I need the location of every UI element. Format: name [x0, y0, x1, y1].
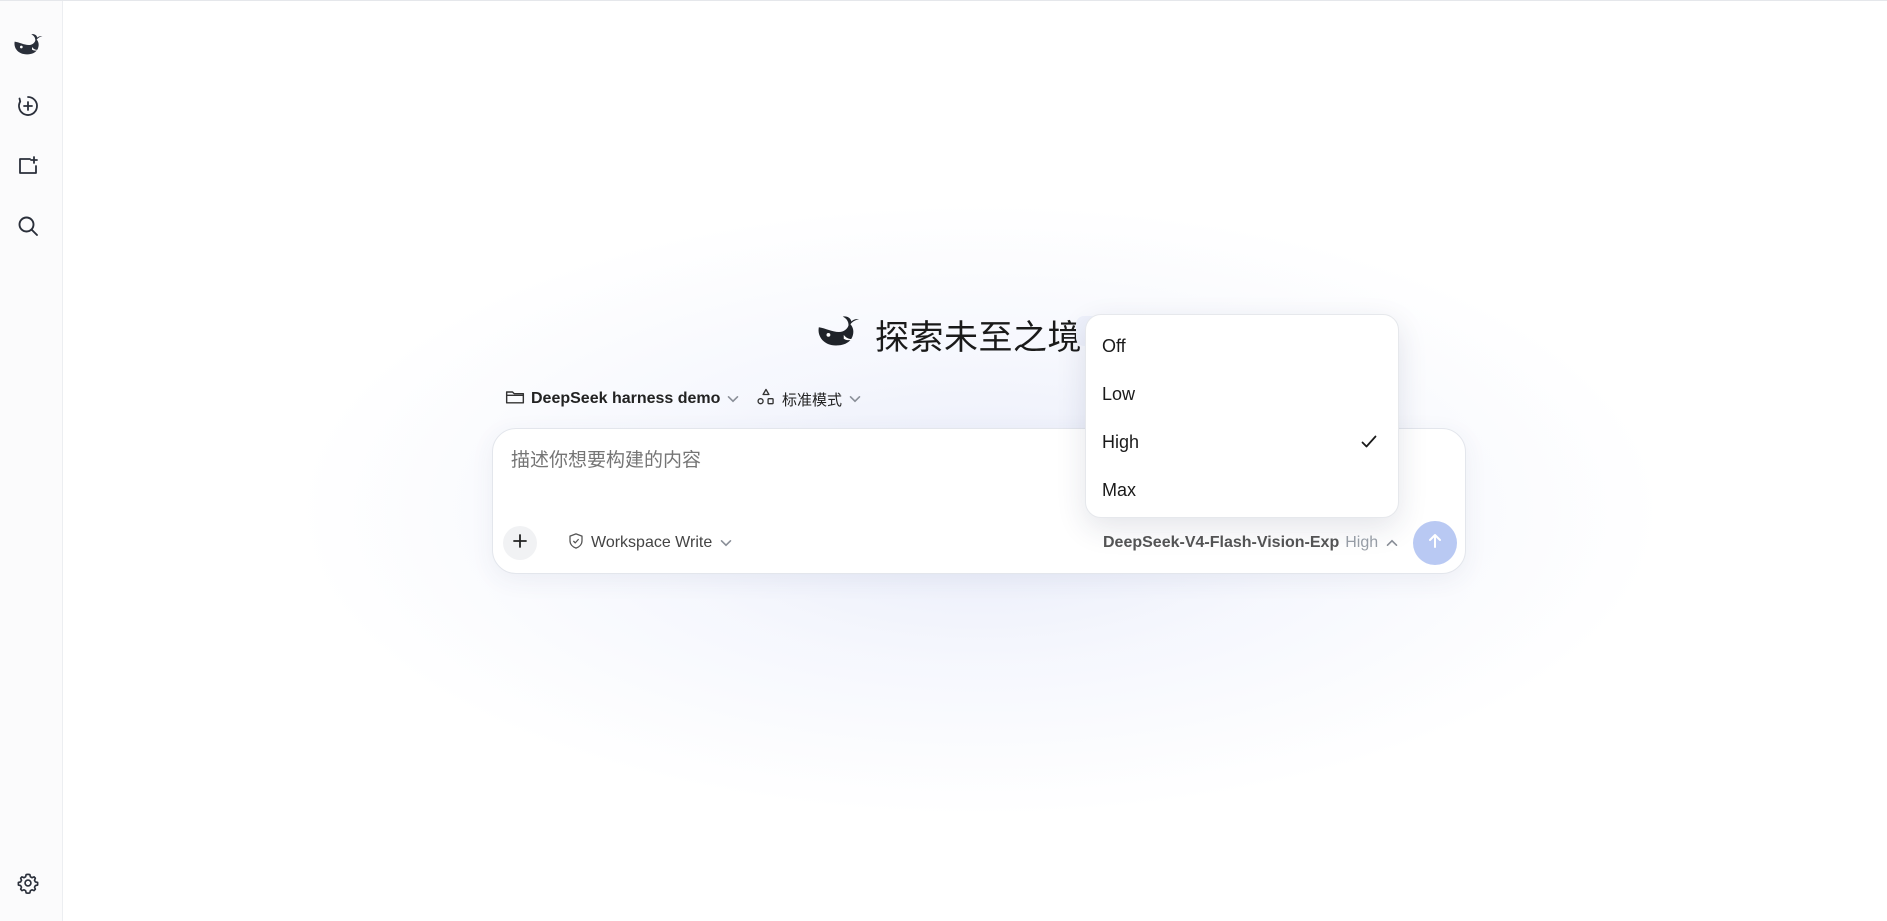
- option-label: Max: [1102, 479, 1137, 500]
- plus-icon: [512, 533, 528, 554]
- mode-selector[interactable]: 标准模式: [756, 385, 861, 413]
- search-button[interactable]: [11, 209, 45, 243]
- new-project-button[interactable]: [11, 149, 45, 183]
- page-title: 探索未至之境: [875, 317, 1082, 358]
- model-name: DeepSeek-V4-Flash-Vision-Exp: [1103, 534, 1340, 551]
- chevron-down-icon: [727, 390, 739, 408]
- window-top-border: [0, 0, 1887, 1]
- permission-label: Workspace Write: [591, 534, 713, 551]
- hero: 探索未至之境: [815, 308, 1082, 360]
- reasoning-option-high[interactable]: High: [1086, 422, 1398, 462]
- settings-button[interactable]: [11, 866, 45, 900]
- new-project-icon: [16, 154, 40, 178]
- option-label: High: [1102, 431, 1140, 452]
- whale-logo-icon: [815, 313, 861, 356]
- new-chat-button[interactable]: [11, 89, 45, 123]
- mode-label: 标准模式: [782, 390, 843, 409]
- new-chat-icon: [16, 94, 40, 118]
- arrow-up-icon: [1425, 531, 1445, 556]
- search-icon: [16, 214, 40, 238]
- whale-logo-button[interactable]: [11, 28, 45, 62]
- permission-selector[interactable]: Workspace Write: [567, 529, 732, 557]
- whale-logo-icon: [12, 32, 44, 58]
- sidebar: [0, 1, 63, 921]
- chevron-down-icon: [849, 390, 861, 408]
- model-selector[interactable]: DeepSeek-V4-Flash-Vision-Exp High: [1103, 529, 1398, 557]
- project-name: DeepSeek harness demo: [531, 390, 721, 407]
- option-label: Off: [1102, 335, 1126, 356]
- mode-icon: [756, 387, 776, 412]
- prompt-input[interactable]: [511, 449, 1111, 471]
- folder-icon: [505, 388, 525, 411]
- project-selector[interactable]: DeepSeek harness demo: [505, 385, 739, 413]
- reasoning-option-off[interactable]: Off: [1086, 326, 1398, 366]
- chevron-down-icon: [720, 534, 732, 552]
- attach-button[interactable]: [503, 526, 537, 560]
- reasoning-option-max[interactable]: Max: [1086, 470, 1398, 510]
- chevron-up-icon: [1386, 534, 1398, 552]
- reasoning-menu: Off Low High Max: [1085, 314, 1399, 518]
- reasoning-level: High: [1345, 534, 1379, 551]
- shield-icon: [567, 532, 585, 555]
- checkmark-icon: [1360, 433, 1378, 456]
- settings-icon: [17, 872, 39, 894]
- reasoning-option-low[interactable]: Low: [1086, 374, 1398, 414]
- option-label: Low: [1102, 383, 1136, 404]
- send-button[interactable]: [1413, 521, 1457, 565]
